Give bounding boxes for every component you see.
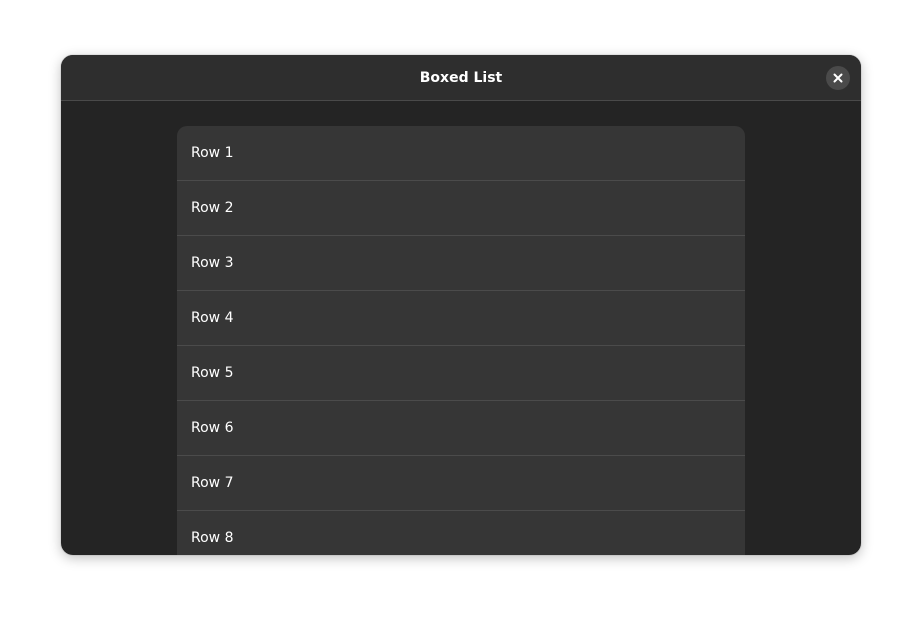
row-label: Row 8 [191, 530, 234, 546]
row-label: Row 1 [191, 145, 234, 161]
app-window: Boxed List Row 1 Row 2 Row 3 Row 4 Row 5 [61, 55, 861, 555]
list-row-2[interactable]: Row 2 [177, 181, 745, 236]
list-row-1[interactable]: Row 1 [177, 126, 745, 181]
row-label: Row 2 [191, 200, 234, 216]
list-row-8[interactable]: Row 8 [177, 511, 745, 555]
list-row-3[interactable]: Row 3 [177, 236, 745, 291]
list-row-6[interactable]: Row 6 [177, 401, 745, 456]
row-label: Row 3 [191, 255, 234, 271]
close-button[interactable] [826, 66, 850, 90]
list-row-5[interactable]: Row 5 [177, 346, 745, 401]
list-row-4[interactable]: Row 4 [177, 291, 745, 346]
boxed-list: Row 1 Row 2 Row 3 Row 4 Row 5 Row 6 Row … [177, 126, 745, 555]
row-label: Row 4 [191, 310, 234, 326]
header-bar: Boxed List [61, 55, 861, 101]
close-icon [833, 73, 843, 83]
row-label: Row 7 [191, 475, 234, 491]
list-row-7[interactable]: Row 7 [177, 456, 745, 511]
content-area: Row 1 Row 2 Row 3 Row 4 Row 5 Row 6 Row … [61, 101, 861, 555]
window-title: Boxed List [419, 70, 503, 86]
row-label: Row 5 [191, 365, 234, 381]
row-label: Row 6 [191, 420, 234, 436]
